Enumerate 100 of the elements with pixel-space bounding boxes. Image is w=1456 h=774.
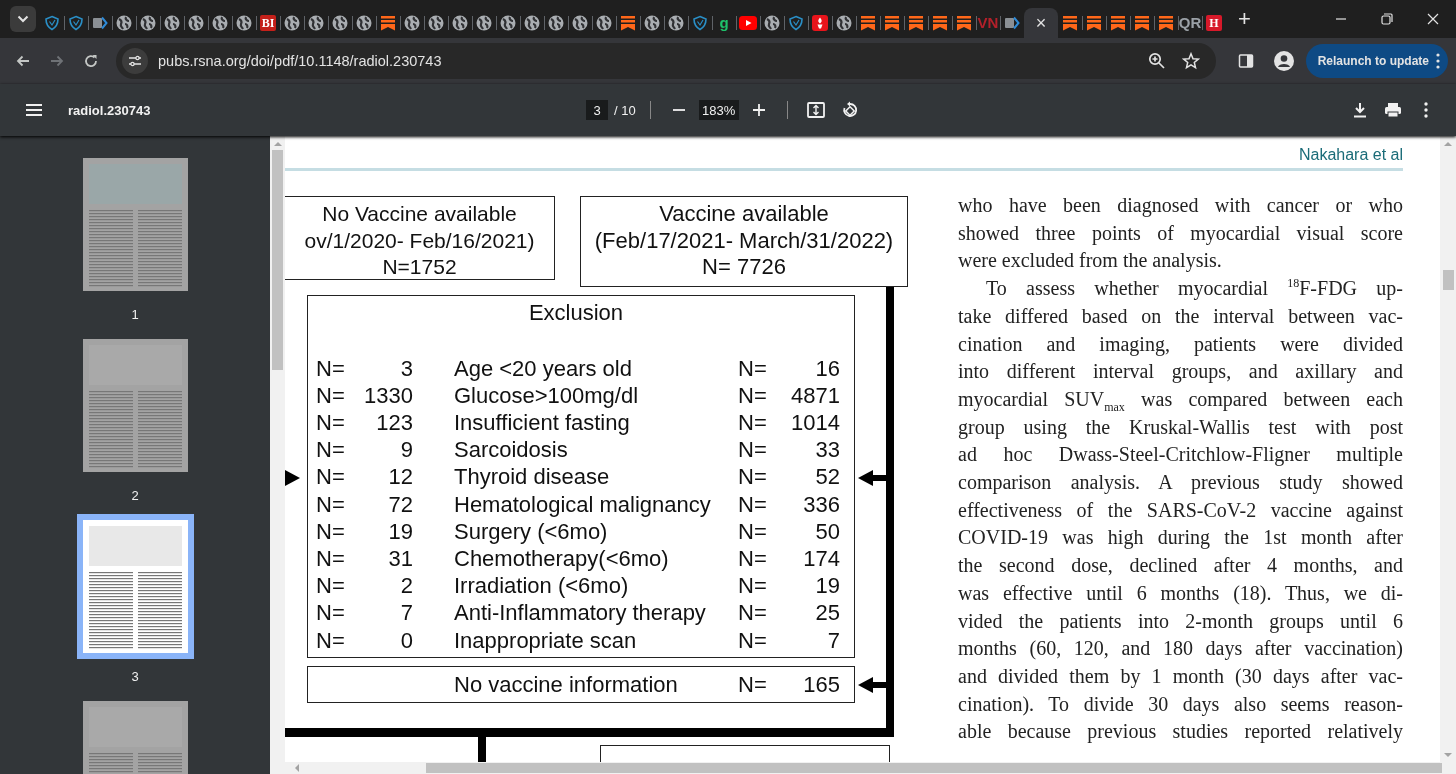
arrow <box>858 470 886 486</box>
count-value: 0 <box>399 626 413 654</box>
browser-tab[interactable]: × <box>1024 8 1058 38</box>
page-label: 3 <box>131 668 139 686</box>
body-paragraph: who have been diagnosed with cancer or who showed three points of myocardial visual score were excluded from the analysis. <box>958 193 1403 274</box>
print-icon <box>1384 102 1402 118</box>
count-value: 123 <box>375 408 413 437</box>
box-text: N=1752 <box>382 254 457 280</box>
count-value: 174 <box>802 544 840 573</box>
count-value: 25 <box>814 599 840 627</box>
exclusion-reason: No vaccine information <box>453 670 679 699</box>
forward-icon <box>49 53 65 69</box>
scrollbar[interactable] <box>285 762 1456 774</box>
globe-icon <box>452 15 468 31</box>
address-bar[interactable]: pubs.rsna.org/doi/pdf/10.1148/radiol.230743 <box>116 43 1216 79</box>
profile-icon[interactable] <box>1274 51 1294 71</box>
count-label: N= <box>738 572 768 600</box>
globe-icon <box>668 15 684 31</box>
side-panel-icon[interactable] <box>1238 53 1254 69</box>
count-label: N= <box>738 670 768 699</box>
bookmark-icon <box>380 15 396 31</box>
scroll-thumb[interactable] <box>272 150 283 370</box>
rotate-icon <box>840 101 859 119</box>
globe-icon <box>404 15 420 31</box>
box-title: Exclusion <box>528 300 624 327</box>
shield-icon <box>788 15 804 31</box>
arrow <box>858 677 886 693</box>
globe-icon <box>764 15 780 31</box>
scroll-thumb[interactable] <box>1442 270 1454 290</box>
tab-search-button[interactable] <box>10 6 36 32</box>
exclusion-reason: Insufficient fasting <box>453 408 631 437</box>
bookmark-icon <box>1158 15 1174 31</box>
count-value: 2 <box>399 572 413 600</box>
globe-icon <box>500 15 516 31</box>
globe-icon <box>428 15 444 31</box>
count-label: N= <box>738 490 768 518</box>
document-title: radiol.230743 <box>68 102 152 118</box>
globe-icon <box>356 15 372 31</box>
browser-tab[interactable]: BI <box>256 8 280 38</box>
zoom-icon[interactable] <box>1148 52 1166 70</box>
arrow <box>285 470 300 486</box>
bookmark-icon <box>956 15 972 31</box>
page-count: / 10 <box>614 102 636 118</box>
count-value: 19 <box>814 572 840 600</box>
box-text: ov/1/2020- Feb/16/2021) <box>304 227 535 254</box>
browser-tab[interactable]: H <box>1202 8 1226 38</box>
count-value: 1330 <box>363 381 413 409</box>
site-logo: VN <box>977 15 999 31</box>
browser-tab[interactable]: QR <box>1178 8 1202 38</box>
globe-icon <box>116 15 132 31</box>
bookmark-icon <box>620 15 636 31</box>
relaunch-button[interactable]: Relaunch to update <box>1305 44 1448 78</box>
page-label: 2 <box>131 487 139 505</box>
count-label: N= <box>316 408 346 437</box>
count-label: N= <box>316 544 346 573</box>
count-label: N= <box>316 599 346 627</box>
more-icon[interactable] <box>1436 53 1440 69</box>
site-settings-icon[interactable] <box>122 48 148 74</box>
body-paragraph: To assess whether myocardial $^{18}$F-FDG up- take differed based on the interval between vac- cination and imaging, patients were divided into different interval groups, and axillary and myocardial SUV$_{max}$ was compared between each group using the Kruskal-Wallis test with post ad hoc Dwass-Steel-Critchlow-Fligner multiple comparison analysis. A previous study showed effectiveness of the SARS-CoV-2 vaccine against COVID-19 was high during the 1st month after the second dose, declined after 4 months, and was effective until 6 months (18). Thus, we di- vided the patients into 2-month groups until 6 months (60, 120, and 180 days after vaccination) and divided them by 1 month (30 days after vac- cination). To divide 30 days also seems reason- able because previous studies reported relatively <box>958 275 1403 745</box>
exclusion-reason: Anti-Inflammatory therapy <box>453 599 707 627</box>
exclusion-reason: Thyroid disease <box>453 463 611 491</box>
zoom-field[interactable]: 183% <box>698 100 739 120</box>
count-label: N= <box>738 436 768 464</box>
count-label: N= <box>738 381 768 409</box>
count-label: N= <box>316 463 346 491</box>
count-value: 1014 <box>790 408 840 437</box>
box-text: No Vaccine available <box>322 201 517 227</box>
globe-icon <box>596 15 612 31</box>
more-icon <box>1424 102 1428 118</box>
browser-tab[interactable]: g <box>712 8 736 38</box>
exclusion-reason: Age <20 years old <box>453 354 633 382</box>
globe-icon <box>644 15 660 31</box>
exclusion-reason: Glucose>100mg/dl <box>453 381 640 409</box>
box-text: N= 7726 <box>702 254 786 281</box>
running-head: Nakahara et al <box>1298 146 1403 165</box>
chevron-icon <box>1004 15 1020 31</box>
exclusion-reason: Irradiation (<6mo) <box>453 572 630 600</box>
globe-icon <box>572 15 588 31</box>
globe-icon <box>548 15 564 31</box>
globe-icon <box>836 15 852 31</box>
scroll-thumb[interactable] <box>426 763 1442 773</box>
count-value: 7 <box>399 599 413 627</box>
download-icon <box>1353 102 1367 118</box>
site-logo: BI <box>259 15 277 31</box>
exclusion-reason: Surgery (<6mo) <box>453 517 609 545</box>
url-text: pubs.rsna.org/doi/pdf/10.1148/radiol.230743 <box>158 53 443 69</box>
new-tab-button[interactable]: + <box>1234 6 1255 32</box>
exclusion-reason: Sarcoidosis <box>453 436 569 464</box>
chevron-down-icon <box>17 15 29 23</box>
count-value: 165 <box>802 670 840 699</box>
page-number-field[interactable]: 3 <box>586 100 608 120</box>
scrollbar[interactable] <box>270 136 285 774</box>
count-label: N= <box>738 626 768 654</box>
scrollbar[interactable] <box>1440 136 1456 762</box>
video-icon <box>739 16 757 30</box>
shield-icon <box>44 15 60 31</box>
page-thumbnail[interactable] <box>76 514 194 659</box>
star-icon[interactable] <box>1182 52 1200 70</box>
count-label: N= <box>316 572 346 600</box>
close-icon[interactable]: × <box>1035 14 1047 32</box>
